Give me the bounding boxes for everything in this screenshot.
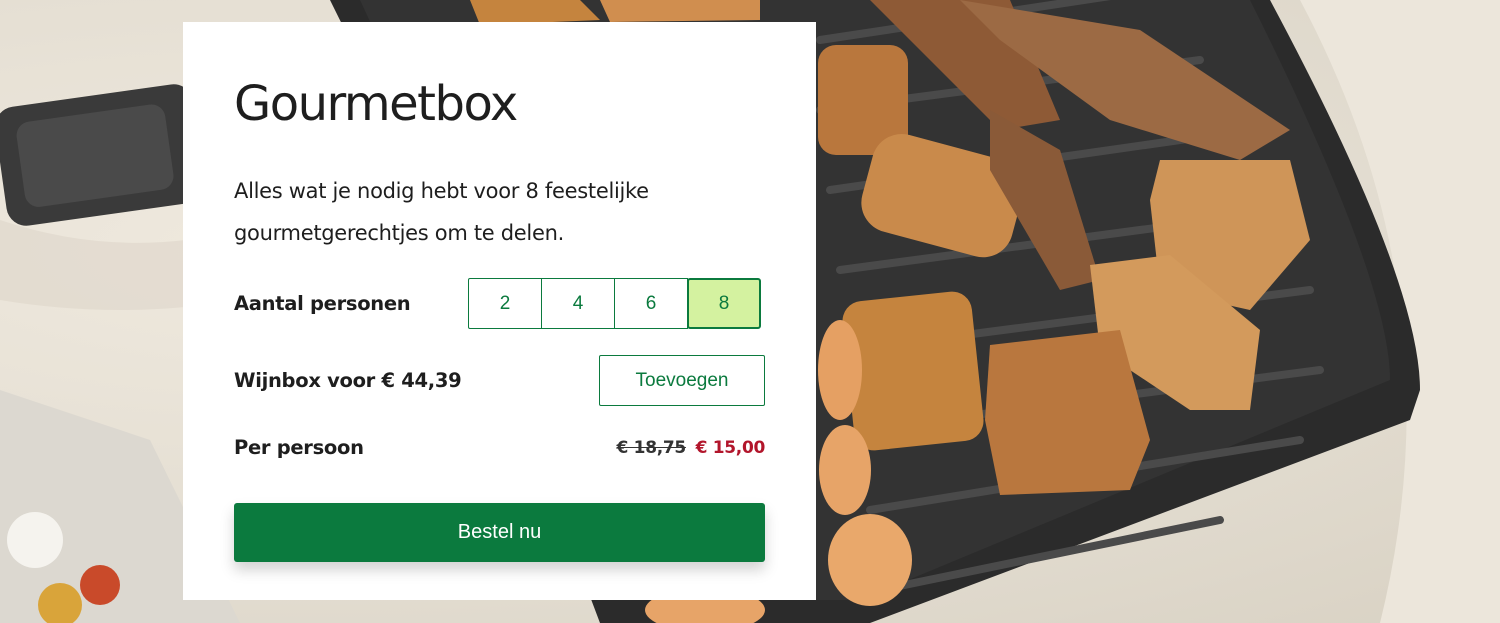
sale-price: € 15,00 — [695, 438, 766, 458]
product-card: Gourmetbox Alles wat je nodig hebt voor … — [183, 22, 816, 600]
product-description: Alles wat je nodig hebt voor 8 feestelij… — [234, 179, 649, 245]
wine-label: Wijnbox voor € 44,39 — [234, 369, 462, 392]
persons-option-4[interactable]: 4 — [541, 278, 615, 329]
old-price: € 18,75 — [616, 438, 687, 458]
add-wine-button[interactable]: Toevoegen — [599, 355, 765, 406]
persons-option-8[interactable]: 8 — [687, 278, 761, 329]
per-person-label: Per persoon — [234, 436, 364, 459]
product-title: Gourmetbox — [234, 76, 518, 132]
price-display: € 18,75 € 15,00 — [616, 438, 766, 458]
persons-option-6[interactable]: 6 — [614, 278, 688, 329]
persons-label: Aantal personen — [234, 292, 411, 315]
order-now-button[interactable]: Bestel nu — [234, 503, 765, 562]
persons-selector: 2 4 6 8 — [468, 278, 761, 329]
persons-option-2[interactable]: 2 — [468, 278, 542, 329]
